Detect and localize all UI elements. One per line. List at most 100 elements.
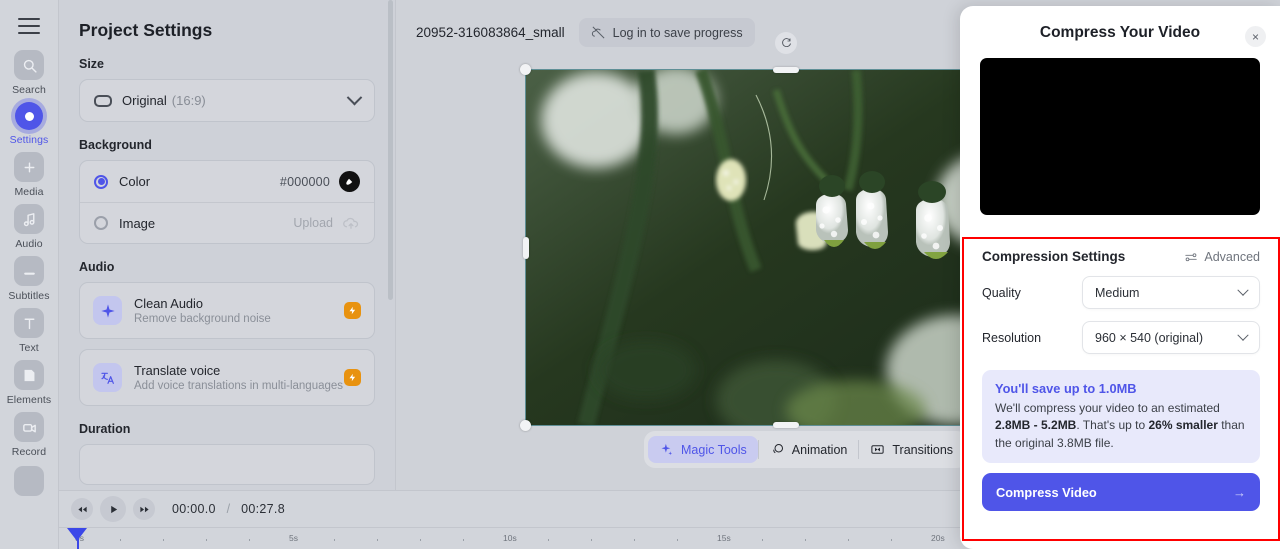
upload-label: Upload xyxy=(293,216,333,230)
savings-body: We'll compress your video to an estimate… xyxy=(995,400,1247,452)
close-icon[interactable]: × xyxy=(1245,26,1266,47)
arrow-right-icon: → xyxy=(1233,484,1246,500)
radio-image[interactable] xyxy=(94,216,108,230)
animation-icon xyxy=(773,444,783,454)
resolution-label: Resolution xyxy=(982,330,1042,345)
section-label-size: Size xyxy=(79,57,105,71)
panel-scrollbar[interactable] xyxy=(388,0,394,490)
savings-heading: You'll save up to 1.0MB xyxy=(995,381,1137,396)
settings-icon xyxy=(15,102,43,130)
upload-cloud-icon[interactable] xyxy=(342,214,360,232)
resize-handle-bottom[interactable] xyxy=(773,422,799,428)
play-button[interactable] xyxy=(100,496,126,522)
playhead[interactable] xyxy=(77,528,79,549)
translate-voice-desc: Add voice translations in multi-language… xyxy=(134,380,344,392)
left-icon-rail: Search Settings Media Audio Subtitles Te… xyxy=(0,0,59,549)
resize-handle-left[interactable] xyxy=(523,236,529,259)
sidebar-item-more[interactable] xyxy=(0,466,59,496)
sidebar-label-media: Media xyxy=(14,186,44,198)
tab-magic-tools[interactable]: Magic Tools xyxy=(648,436,758,463)
compress-video-button[interactable]: Compress Video → xyxy=(982,473,1260,512)
translate-voice-card[interactable]: Translate voice Add voice translations i… xyxy=(79,349,375,406)
resize-handle-bottom-left[interactable] xyxy=(520,420,531,431)
sidebar-item-record[interactable]: Record xyxy=(0,412,59,458)
background-image-row[interactable]: Image Upload xyxy=(80,202,374,243)
duration-card[interactable] xyxy=(79,444,375,485)
background-card: Color #000000 Image Upload xyxy=(79,160,375,244)
color-picker-swatch[interactable] xyxy=(339,171,360,192)
sidebar-item-media[interactable]: Media xyxy=(0,152,59,198)
rewind-button[interactable] xyxy=(71,498,93,520)
tab-transitions-label: Transitions xyxy=(892,442,954,457)
quality-select[interactable]: Medium xyxy=(1082,276,1260,309)
current-time: 00:00.0 xyxy=(172,502,216,516)
size-value: Original xyxy=(122,93,167,108)
page-title: Project Settings xyxy=(79,20,213,40)
sliders-icon xyxy=(1185,252,1198,261)
quality-row: Quality Medium xyxy=(964,270,1278,315)
transitions-icon xyxy=(871,445,884,454)
compression-settings-title: Compression Settings xyxy=(982,249,1126,264)
panel-scroll-thumb[interactable] xyxy=(388,0,393,300)
background-color-label: Color xyxy=(119,174,151,189)
sidebar-label-record: Record xyxy=(11,446,47,458)
resize-handle-top-left[interactable] xyxy=(520,64,531,75)
sidebar-item-subtitles[interactable]: Subtitles xyxy=(0,256,59,302)
resolution-select[interactable]: 960 × 540 (original) xyxy=(1082,321,1260,354)
sidebar-item-audio[interactable]: Audio xyxy=(0,204,59,250)
tab-animation[interactable]: Animation xyxy=(759,436,859,463)
clean-audio-card[interactable]: Clean Audio Remove background noise xyxy=(79,282,375,339)
savings-info-box: You'll save up to 1.0MB We'll compress y… xyxy=(982,370,1260,464)
compression-settings-header: Compression Settings Advanced xyxy=(964,239,1278,270)
sidebar-label-text: Text xyxy=(19,342,39,354)
rotate-handle[interactable] xyxy=(775,32,797,54)
sparkles-icon xyxy=(661,443,673,456)
pro-badge-icon xyxy=(344,369,361,386)
total-time: 00:27.8 xyxy=(241,502,285,516)
resolution-value: 960 × 540 (original) xyxy=(1095,330,1204,345)
sidebar-item-search[interactable]: Search xyxy=(0,50,59,96)
savings-estimate: 2.8MB - 5.2MB xyxy=(995,418,1077,433)
login-to-save-button[interactable]: Log in to save progress xyxy=(578,18,755,47)
fast-forward-button[interactable] xyxy=(133,498,155,520)
hamburger-icon[interactable] xyxy=(18,18,40,34)
quality-value: Medium xyxy=(1095,285,1140,300)
compress-video-modal: Compress Your Video × Compression Settin… xyxy=(960,6,1280,549)
project-settings-panel: Project Settings Size Original (16:9) Ba… xyxy=(59,0,396,490)
sidebar-item-settings[interactable]: Settings xyxy=(0,102,59,146)
radio-color[interactable] xyxy=(94,174,108,189)
tab-animation-label: Animation xyxy=(791,442,848,457)
music-note-icon xyxy=(14,204,44,234)
sidebar-label-audio: Audio xyxy=(15,238,43,250)
sidebar-item-text[interactable]: Text xyxy=(0,308,59,354)
clean-audio-desc: Remove background noise xyxy=(134,313,271,325)
resolution-row: Resolution 960 × 540 (original) xyxy=(964,315,1278,360)
more-icon xyxy=(14,466,44,496)
sidebar-item-elements[interactable]: Elements xyxy=(0,360,59,406)
ruler-label-1: 5s xyxy=(289,533,298,543)
pro-badge-icon xyxy=(344,302,361,319)
modal-title: Compress Your Video xyxy=(1039,24,1201,41)
time-display: 00:00.0 / 00:27.8 xyxy=(172,502,285,516)
subtitles-icon xyxy=(14,256,44,286)
tab-transitions[interactable]: Transitions xyxy=(859,436,964,463)
tab-magic-tools-label: Magic Tools xyxy=(681,442,747,457)
size-select[interactable]: Original (16:9) xyxy=(80,80,374,121)
record-icon xyxy=(14,412,44,442)
section-label-background: Background xyxy=(79,138,152,152)
resize-handle-top[interactable] xyxy=(773,67,799,73)
compression-settings-highlight: Compression Settings Advanced Quality Me… xyxy=(962,237,1280,541)
sidebar-label-search: Search xyxy=(12,84,46,96)
background-color-value: #000000 xyxy=(279,174,330,189)
time-separator: / xyxy=(226,502,231,516)
advanced-button[interactable]: Advanced xyxy=(1184,250,1260,264)
clean-audio-title: Clean Audio xyxy=(134,296,204,311)
background-image-label: Image xyxy=(119,215,156,231)
chevron-down-icon xyxy=(1237,329,1249,341)
background-color-row[interactable]: Color #000000 xyxy=(80,161,374,202)
sidebar-label-settings: Settings xyxy=(9,134,49,146)
quality-label: Quality xyxy=(982,285,1021,300)
section-label-audio: Audio xyxy=(79,260,115,274)
project-filename: 20952-316083864_small xyxy=(416,25,565,40)
translate-voice-title: Translate voice xyxy=(134,363,221,378)
